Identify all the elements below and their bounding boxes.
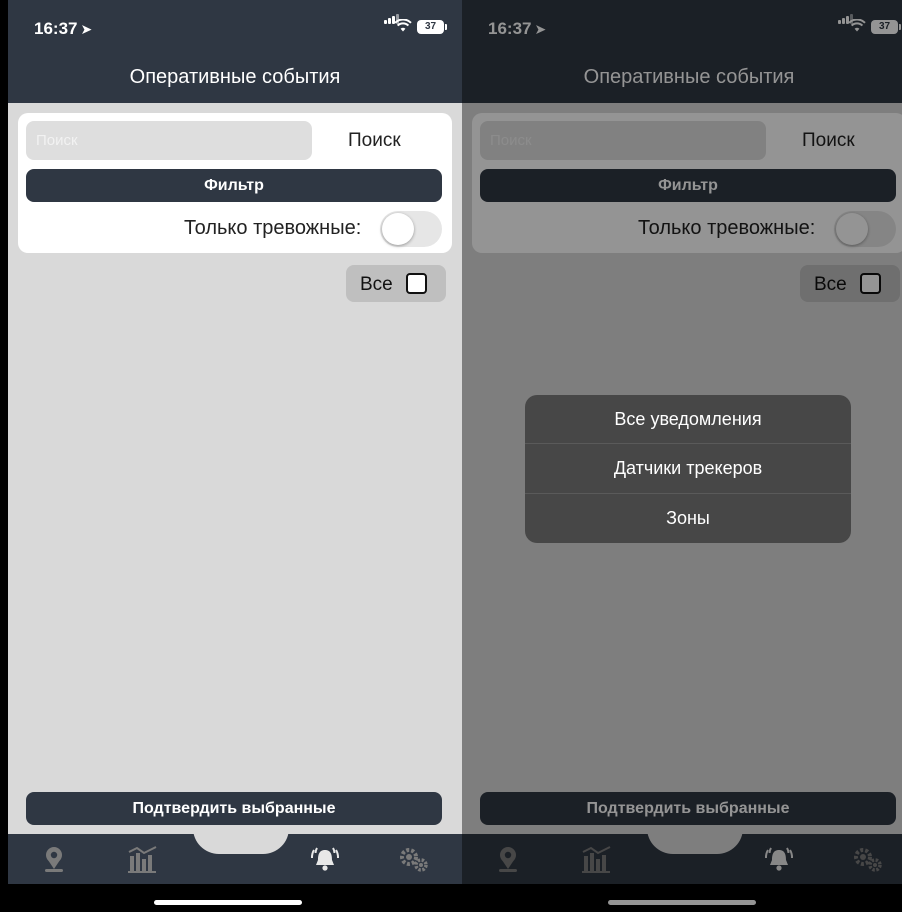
select-all-label: Все: [360, 274, 393, 295]
confirm-selected-button[interactable]: Подтвердить выбранные: [26, 792, 442, 825]
tab-alarms[interactable]: [308, 844, 340, 874]
screen-events: 16:37➤ 37 Оперативные события Поиск Филь…: [8, 0, 462, 912]
home-strip: [8, 884, 462, 912]
screen-events-filter-open: 16:37➤ 37 Оперативные события Поиск Филь…: [462, 0, 902, 912]
select-all-button[interactable]: Все: [346, 265, 446, 302]
filter-panel: Поиск Фильтр Только тревожные:: [18, 113, 452, 253]
status-time: 16:37 ➤: [34, 19, 93, 38]
alarm-bell-icon: [310, 847, 340, 871]
home-indicator[interactable]: [154, 900, 302, 905]
filter-button[interactable]: Фильтр: [26, 169, 442, 202]
filter-option-all-notifications[interactable]: Все уведомления: [525, 395, 851, 445]
settings-gears-icon: [400, 848, 428, 872]
location-arrow-icon: ➤: [80, 21, 93, 37]
tab-bar: [8, 828, 462, 884]
tab-map[interactable]: [39, 844, 69, 874]
tab-bar-notch: [193, 828, 289, 854]
battery-icon: 37: [417, 20, 447, 34]
map-pin-icon: [45, 847, 63, 872]
search-button[interactable]: Поиск: [348, 130, 401, 152]
search-input[interactable]: [26, 121, 312, 160]
status-bar: 16:37 ➤ 37: [8, 0, 462, 50]
alarm-only-toggle[interactable]: [380, 211, 442, 247]
page-title: Оперативные события: [8, 50, 462, 103]
alarm-only-label: Только тревожные:: [184, 217, 362, 239]
tab-settings[interactable]: [398, 844, 428, 874]
wifi-icon: [394, 18, 412, 37]
toggle-knob: [382, 213, 414, 245]
select-all-checkbox[interactable]: [406, 273, 427, 294]
reports-icon: [128, 846, 157, 873]
filter-menu: Все уведомления Датчики трекеров Зоны: [525, 395, 851, 543]
filter-option-zones[interactable]: Зоны: [525, 494, 851, 543]
filter-option-tracker-sensors[interactable]: Датчики трекеров: [525, 444, 851, 494]
tab-reports[interactable]: [127, 844, 157, 874]
